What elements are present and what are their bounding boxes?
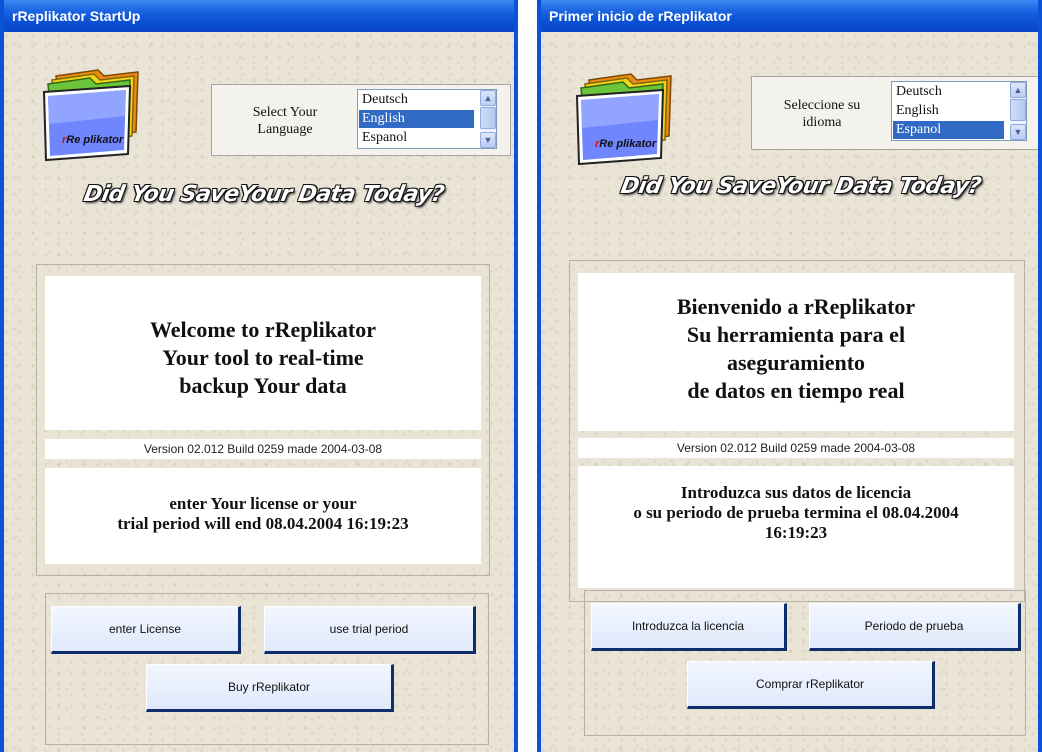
window-client-area: rRe plikator Seleccione su idioma Deutsc… bbox=[541, 32, 1038, 752]
language-scrollbar[interactable]: ▲ ▼ bbox=[480, 90, 496, 148]
logo-wordmark: rRe plikator bbox=[595, 138, 657, 150]
slogan-text: Did You SaveYour Data Today? bbox=[618, 174, 983, 199]
welcome-message: Welcome to rReplikator Your tool to real… bbox=[149, 317, 377, 398]
welcome-box: Welcome to rReplikator Your tool to real… bbox=[45, 276, 481, 430]
scroll-down-arrow-icon[interactable]: ▼ bbox=[480, 132, 496, 148]
folder-icon bbox=[42, 69, 139, 162]
version-info: Version 02.012 Build 0259 made 2004-03-0… bbox=[143, 442, 383, 456]
version-info: Version 02.012 Build 0259 made 2004-03-0… bbox=[676, 441, 916, 455]
folder-icon bbox=[575, 73, 672, 166]
language-option-english[interactable]: English bbox=[359, 110, 474, 128]
button-panel: enter License use trial period Buy rRepl… bbox=[45, 593, 489, 745]
scroll-thumb[interactable] bbox=[1010, 99, 1026, 121]
scroll-up-arrow-icon[interactable]: ▲ bbox=[1010, 82, 1026, 98]
language-option-deutsch[interactable]: Deutsch bbox=[893, 83, 1004, 101]
language-label: Seleccione su idioma bbox=[783, 98, 861, 130]
scroll-up-arrow-icon[interactable]: ▲ bbox=[480, 90, 496, 106]
rreplikator-logo: rRe plikator bbox=[38, 66, 150, 162]
slogan-text: Did You SaveYour Data Today? bbox=[81, 182, 446, 207]
window-title: rReplikator StartUp bbox=[12, 8, 141, 24]
scroll-thumb[interactable] bbox=[480, 107, 496, 129]
window-client-area: rRe plikator Select Your Language Deutsc… bbox=[4, 32, 514, 752]
language-option-espanol[interactable]: Espanol bbox=[893, 121, 1004, 139]
use-trial-period-button[interactable]: use trial period bbox=[264, 606, 476, 654]
language-listbox[interactable]: Deutsch English Espanol ▲ ▼ bbox=[891, 81, 1027, 141]
logo-wordmark: rRe plikator bbox=[62, 134, 124, 146]
language-selector-group: Select Your Language Deutsch English Esp… bbox=[211, 84, 511, 156]
license-message: enter Your license or your trial period … bbox=[117, 494, 409, 533]
language-label: Select Your Language bbox=[252, 105, 318, 137]
language-option-espanol[interactable]: Espanol bbox=[359, 129, 474, 147]
version-box: Version 02.012 Build 0259 made 2004-03-0… bbox=[578, 438, 1014, 458]
welcome-message: Bienvenido a rReplikator Su herramienta … bbox=[676, 294, 916, 403]
version-box: Version 02.012 Build 0259 made 2004-03-0… bbox=[45, 439, 481, 459]
buy-rreplikator-button[interactable]: Comprar rReplikator bbox=[687, 661, 935, 709]
scroll-down-arrow-icon[interactable]: ▼ bbox=[1010, 124, 1026, 140]
title-bar[interactable]: Primer inicio de rReplikator bbox=[541, 0, 1038, 32]
license-box: Introduzca sus datos de licencia o su pe… bbox=[578, 466, 1014, 588]
buy-rreplikator-button[interactable]: Buy rReplikator bbox=[146, 664, 394, 712]
title-bar[interactable]: rReplikator StartUp bbox=[4, 0, 514, 32]
use-trial-period-button[interactable]: Periodo de prueba bbox=[809, 603, 1021, 651]
startup-window-spanish: Primer inicio de rReplikator rRe plikato… bbox=[537, 0, 1042, 752]
button-panel: Introduzca la licencia Periodo de prueba… bbox=[584, 590, 1026, 736]
language-listbox[interactable]: Deutsch English Espanol ▲ ▼ bbox=[357, 89, 497, 149]
language-option-deutsch[interactable]: Deutsch bbox=[359, 91, 474, 109]
language-scrollbar[interactable]: ▲ ▼ bbox=[1010, 82, 1026, 140]
license-message: Introduzca sus datos de licencia o su pe… bbox=[633, 483, 959, 542]
rreplikator-logo: rRe plikator bbox=[571, 70, 683, 166]
license-box: enter Your license or your trial period … bbox=[45, 468, 481, 564]
language-selector-group: Seleccione su idioma Deutsch English Esp… bbox=[751, 76, 1038, 150]
welcome-box: Bienvenido a rReplikator Su herramienta … bbox=[578, 273, 1014, 431]
enter-license-button[interactable]: Introduzca la licencia bbox=[591, 603, 787, 651]
enter-license-button[interactable]: enter License bbox=[51, 606, 241, 654]
language-option-english[interactable]: English bbox=[893, 102, 1004, 120]
info-panel: Bienvenido a rReplikator Su herramienta … bbox=[569, 260, 1025, 602]
startup-window-english: rReplikator StartUp rRe plikator Select … bbox=[0, 0, 518, 752]
window-title: Primer inicio de rReplikator bbox=[549, 8, 732, 24]
info-panel: Welcome to rReplikator Your tool to real… bbox=[36, 264, 490, 576]
